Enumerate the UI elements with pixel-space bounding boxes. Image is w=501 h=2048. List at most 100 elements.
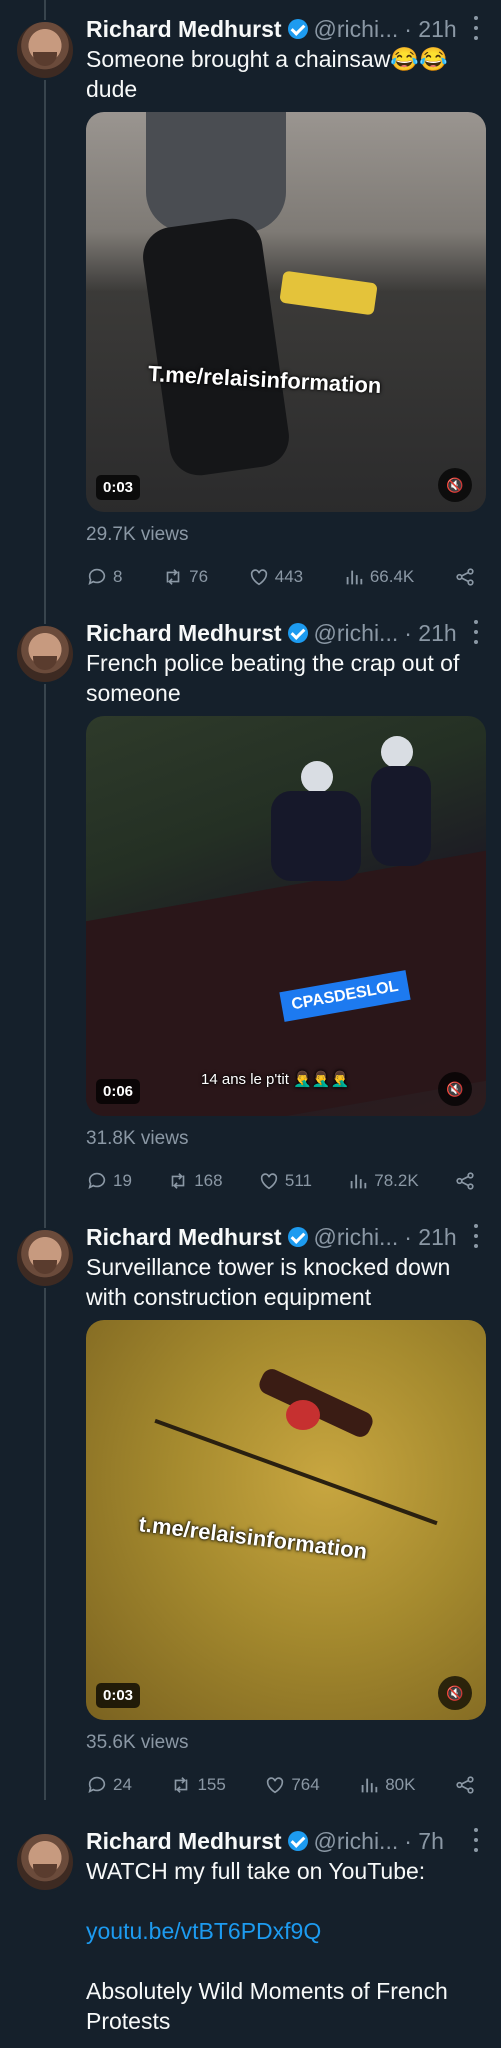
tweet-timestamp[interactable]: · 21h [404, 620, 456, 647]
retweet-button[interactable]: 155 [170, 1774, 226, 1796]
more-options-icon[interactable] [473, 16, 479, 40]
view-count: 29.7K views [86, 524, 189, 545]
heart-icon [250, 569, 267, 586]
view-count: 35.6K views [86, 1732, 189, 1753]
video-shadow [154, 1418, 438, 1526]
view-count: 31.8K views [86, 1128, 189, 1149]
tweet-text: French police beating the crap out of so… [86, 650, 460, 706]
more-options-icon[interactable] [473, 1224, 479, 1248]
verified-badge-icon [287, 1831, 308, 1851]
analytics-icon [346, 570, 363, 585]
verified-badge-icon [287, 19, 308, 39]
tweet-actions: 19 168 511 78.2K [86, 1168, 476, 1194]
reply-count: 24 [113, 1775, 132, 1794]
tweet-video[interactable]: T.me/relaisinformation 0:03 🔇 [86, 112, 486, 512]
reply-button[interactable]: 24 [86, 1774, 132, 1796]
tweet-text-continued: Absolutely Wild Moments of French Protes… [86, 1978, 448, 2034]
video-helmet [301, 761, 333, 793]
tweet-text: WATCH my full take on YouTube: [86, 1858, 426, 1884]
verified-badge-icon [287, 623, 308, 643]
analytics-button[interactable]: 66.4K [343, 566, 414, 588]
share-button[interactable] [454, 1774, 476, 1796]
mute-icon[interactable]: 🔇 [438, 468, 472, 502]
like-count: 443 [274, 567, 304, 586]
retweet-count: 168 [194, 1171, 223, 1190]
like-count: 511 [284, 1171, 312, 1190]
video-chainsaw [279, 270, 378, 316]
retweet-button[interactable]: 168 [167, 1170, 223, 1192]
avatar[interactable] [15, 624, 75, 684]
like-button[interactable]: 511 [258, 1170, 312, 1192]
avatar-beard [33, 52, 57, 66]
analytics-icon [361, 1778, 378, 1793]
analytics-icon [350, 1174, 367, 1189]
analytics-count: 66.4K [369, 567, 415, 586]
tweet-video[interactable]: t.me/relaisinformation 0:03 🔇 [86, 1320, 486, 1720]
like-button[interactable]: 443 [248, 566, 303, 588]
video-caption: 14 ans le p'tit 🤦‍♂️🤦‍♂️🤦‍♂️ [201, 1071, 350, 1088]
retweet-icon [166, 569, 180, 585]
author-name[interactable]: Richard Medhurst [86, 1828, 282, 1855]
tweet-header: Richard Medhurst @richi... · 21h [86, 1222, 491, 1252]
mute-icon[interactable]: 🔇 [438, 1072, 472, 1106]
tweet-header: Richard Medhurst @richi... · 21h [86, 14, 491, 44]
reply-button[interactable]: 19 [86, 1170, 132, 1192]
tweet-text: Someone brought a chainsaw😂😂 dude [86, 46, 448, 102]
tweet-header: Richard Medhurst @richi... · 21h [86, 618, 491, 648]
heart-icon [260, 1173, 278, 1190]
tweet-timestamp[interactable]: · 21h [404, 16, 456, 43]
author-handle[interactable]: @richi... [314, 1224, 399, 1251]
reply-icon [88, 1776, 106, 1793]
share-button[interactable] [454, 1170, 476, 1192]
retweet-button[interactable]: 76 [162, 566, 208, 588]
video-figure-torso [146, 112, 286, 232]
share-icon [456, 1172, 474, 1190]
like-button[interactable]: 764 [264, 1774, 320, 1796]
analytics-button[interactable]: 78.2K [347, 1170, 419, 1192]
tweet-timestamp[interactable]: · 21h [404, 1224, 456, 1251]
tweet-header: Richard Medhurst @richi... · 7h [86, 1826, 491, 1856]
video-figure-legs [139, 214, 293, 480]
thread-connector-line [44, 0, 46, 1800]
analytics-count: 80K [385, 1775, 416, 1794]
video-watermark: t.me/relaisinformation [137, 1511, 369, 1564]
author-name[interactable]: Richard Medhurst [86, 620, 282, 647]
like-count: 764 [291, 1775, 320, 1794]
youtube-link[interactable]: youtu.be/vtBT6PDxf9Q [86, 1916, 476, 1946]
verified-badge-icon [287, 1227, 308, 1247]
share-icon [456, 568, 474, 586]
avatar[interactable] [15, 1832, 75, 1892]
reply-count: 8 [113, 567, 123, 586]
heart-icon [267, 1777, 284, 1794]
tweet-text: Surveillance tower is knocked down with … [86, 1254, 451, 1310]
avatar[interactable] [15, 20, 75, 80]
author-handle[interactable]: @richi... [314, 620, 399, 647]
analytics-button[interactable]: 80K [358, 1774, 415, 1796]
tweet-actions: 8 76 443 66.4K [86, 564, 476, 590]
tweet-timestamp[interactable]: · 7h [404, 1828, 444, 1855]
analytics-count: 78.2K [374, 1171, 419, 1190]
reply-icon [88, 1172, 106, 1189]
video-light [286, 1400, 320, 1430]
avatar-beard [33, 1864, 57, 1878]
video-duration: 0:03 [96, 475, 141, 500]
share-icon [456, 1776, 474, 1794]
video-helmet [381, 736, 413, 768]
reply-count: 19 [113, 1171, 132, 1190]
more-options-icon[interactable] [473, 620, 479, 644]
retweet-icon [171, 1173, 185, 1189]
author-name[interactable]: Richard Medhurst [86, 16, 282, 43]
share-button[interactable] [454, 566, 476, 588]
more-options-icon[interactable] [473, 1828, 479, 1852]
mute-icon[interactable]: 🔇 [438, 1676, 472, 1710]
reply-icon [88, 568, 106, 585]
video-duration: 0:06 [96, 1079, 141, 1104]
author-handle[interactable]: @richi... [314, 1828, 399, 1855]
author-name[interactable]: Richard Medhurst [86, 1224, 282, 1251]
avatar[interactable] [15, 1228, 75, 1288]
reply-button[interactable]: 8 [86, 566, 122, 588]
retweet-count: 155 [197, 1775, 226, 1794]
author-handle[interactable]: @richi... [314, 16, 399, 43]
tweet-actions: 24 155 764 80K [86, 1772, 476, 1798]
tweet-video[interactable]: CPASDESLOL 14 ans le p'tit 🤦‍♂️🤦‍♂️🤦‍♂️ … [86, 716, 486, 1116]
